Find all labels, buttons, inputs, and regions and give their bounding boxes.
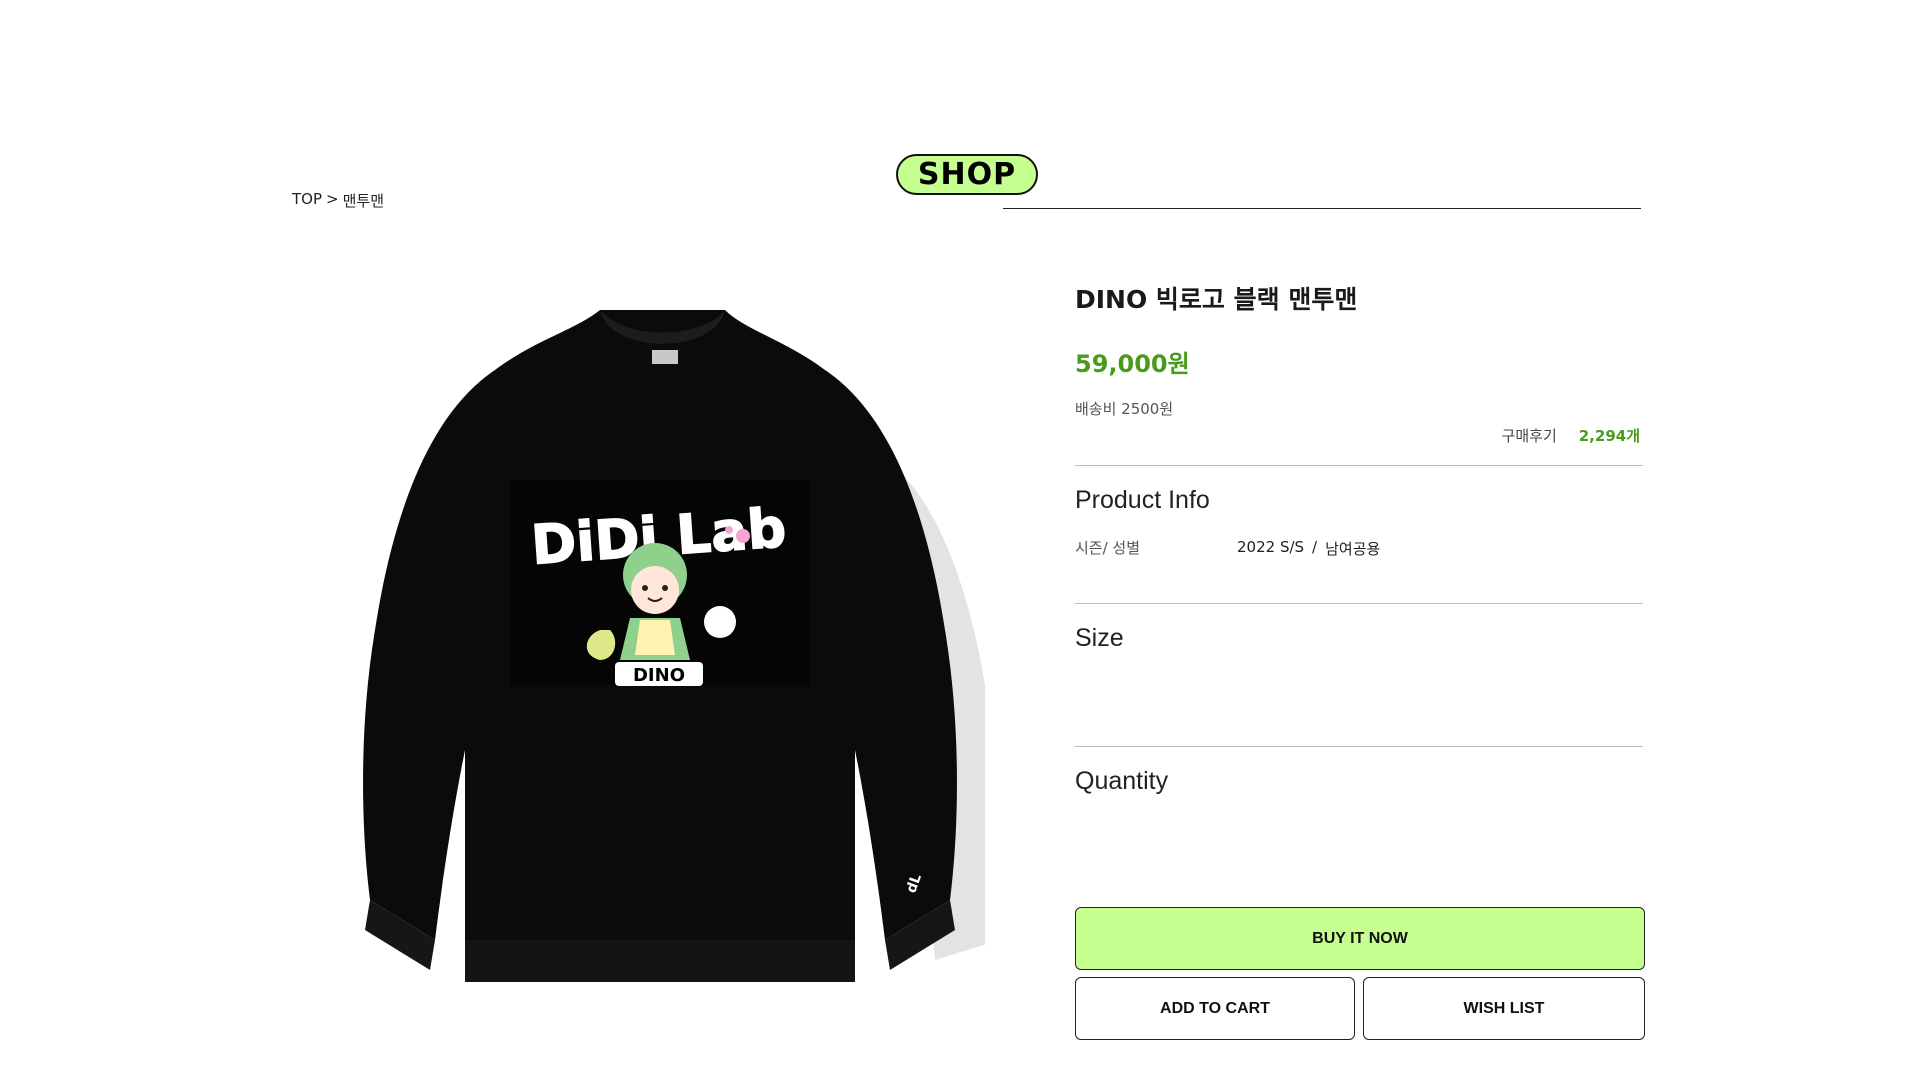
product-image: DiDi Lab DINO dL (363, 310, 985, 982)
spec-season: 2022 S/S (1237, 538, 1305, 556)
breadcrumb-category-link[interactable]: 맨투맨 (343, 190, 384, 211)
breadcrumb: TOP > 맨투맨 (292, 190, 384, 211)
wish-list-button[interactable]: WISH LIST (1363, 977, 1645, 1040)
product-info-title: Product Info (1075, 486, 1210, 514)
divider (1075, 465, 1643, 466)
divider (1075, 746, 1643, 747)
spec-label: 시즌/ 성별 (1075, 539, 1141, 557)
product-title: DINO 빅로고 블랙 맨투맨 (1075, 285, 1358, 314)
spec-gender: 남여공용 (1325, 540, 1381, 558)
product-price: 59,000원 (1075, 350, 1190, 378)
product-info-panel: DINO 빅로고 블랙 맨투맨 59,000원 배송비 2500원 구매후기 2… (1075, 0, 1645, 1080)
quantity-title: Quantity (1075, 767, 1169, 795)
breadcrumb-home-link[interactable]: TOP (292, 190, 322, 211)
breadcrumb-separator: > (326, 190, 339, 208)
buy-now-button[interactable]: BUY IT NOW (1075, 907, 1645, 970)
spec-value: 2022 S/S / 남여공용 (1237, 538, 1380, 559)
review-count: 2,294개 (1578, 427, 1640, 445)
print-badge: DINO (633, 665, 685, 686)
product-page: SHOP TOP > 맨투맨 DiDi Lab DINO dL DINO 빅로고… (0, 0, 1920, 1080)
size-title: Size (1075, 624, 1124, 652)
review-summary[interactable]: 구매후기 2,294개 (1502, 425, 1640, 446)
add-to-cart-button[interactable]: ADD TO CART (1075, 977, 1355, 1040)
review-label: 구매후기 (1501, 427, 1557, 445)
spec-separator: / (1312, 538, 1318, 556)
shop-logo-label: SHOP (917, 157, 1017, 192)
shipping-fee: 배송비 2500원 (1075, 400, 1174, 418)
shop-logo[interactable]: SHOP (896, 154, 1038, 195)
divider (1075, 603, 1643, 604)
